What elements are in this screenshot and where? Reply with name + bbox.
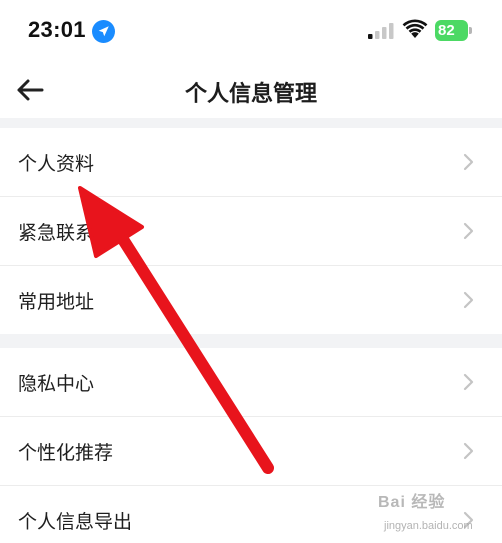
battery-indicator: 82 (435, 20, 472, 41)
menu-item-label: 紧急联系人 (18, 222, 114, 244)
navigation-bar: 个人信息管理 (0, 62, 502, 118)
status-bar: 23:01 82 (0, 0, 502, 62)
battery-cap (469, 27, 472, 34)
section-separator (0, 118, 502, 128)
menu-item-label: 隐私中心 (18, 373, 95, 395)
menu-item-personalized-recommendation[interactable]: 个性化推荐 (0, 417, 502, 485)
menu-item-frequent-address[interactable]: 常用地址 (0, 266, 502, 334)
location-arrow-icon (92, 20, 115, 43)
menu-item-emergency-contact[interactable]: 紧急联系人 (0, 197, 502, 265)
menu-item-personal-profile[interactable]: 个人资料 (0, 128, 502, 196)
chevron-right-icon (463, 373, 474, 391)
menu-item-label: 个性化推荐 (18, 442, 114, 464)
menu-item-label: 个人资料 (18, 153, 95, 175)
battery-level: 82 (438, 22, 455, 39)
chevron-right-icon (463, 291, 474, 309)
chevron-right-icon (463, 153, 474, 171)
status-time: 23:01 (28, 17, 86, 42)
chevron-right-icon (463, 442, 474, 460)
section-separator (0, 334, 502, 348)
watermark-url: jingyan.baidu.com (384, 520, 473, 532)
watermark: Bai 经验 jingyan.baidu.com (378, 484, 498, 540)
cellular-signal-icon (368, 23, 394, 39)
page-title: 个人信息管理 (184, 82, 317, 107)
watermark-brand: Bai 经验 (378, 494, 446, 511)
menu-item-privacy-center[interactable]: 隐私中心 (0, 348, 502, 416)
chevron-right-icon (463, 222, 474, 240)
menu-item-label: 个人信息导出 (18, 511, 133, 533)
menu-item-label: 常用地址 (18, 291, 95, 313)
wifi-icon (402, 19, 428, 38)
